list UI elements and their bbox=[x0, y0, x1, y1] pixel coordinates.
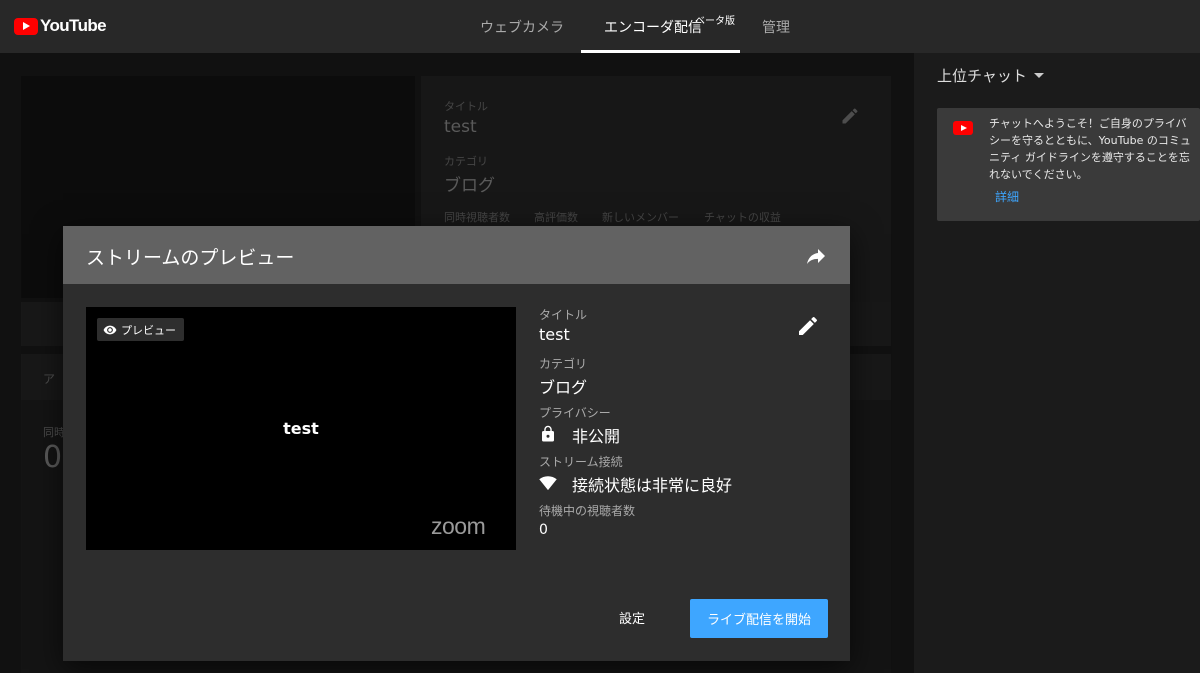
wifi-icon bbox=[539, 476, 557, 491]
chat-mode-dropdown[interactable]: 上位チャット bbox=[937, 65, 1027, 86]
stream-preview-dialog: ストリームのプレビュー プレビュー test zoom タイトル test カテ… bbox=[63, 226, 850, 661]
beta-badge: ベータ版 bbox=[695, 16, 735, 27]
tab-webcam[interactable]: ウェブカメラ bbox=[480, 17, 564, 37]
connection-value: 接続状態は非常に良好 bbox=[572, 476, 733, 495]
top-bar: YouTube ウェブカメラ エンコーダ配信 ベータ版 管理 bbox=[0, 0, 1200, 53]
settings-button[interactable]: 設定 bbox=[619, 608, 645, 627]
category-label: カテゴリ bbox=[539, 357, 588, 371]
privacy-value: 非公開 bbox=[572, 427, 621, 446]
start-live-button[interactable]: ライブ配信を開始 bbox=[690, 599, 828, 638]
chat-details-link[interactable]: 詳細 bbox=[995, 188, 1019, 205]
logo-text: YouTube bbox=[40, 16, 107, 35]
tab-encoder-stream[interactable]: エンコーダ配信 bbox=[604, 17, 702, 37]
waiting-viewers-value: 0 bbox=[539, 522, 548, 538]
preview-chip: プレビュー bbox=[97, 318, 184, 341]
privacy-label: プライバシー bbox=[539, 406, 611, 420]
share-icon[interactable] bbox=[804, 244, 828, 268]
title-label: タイトル bbox=[539, 308, 588, 322]
title-value: test bbox=[539, 325, 570, 344]
chat-welcome-text: チャットへようこそ！ご自身のプライバシーを守るとともに、YouTube のコミュ… bbox=[989, 117, 1191, 181]
youtube-icon bbox=[953, 121, 973, 135]
category-value: ブログ bbox=[539, 378, 588, 397]
youtube-logo[interactable]: YouTube bbox=[14, 16, 107, 36]
tab-manage[interactable]: 管理 bbox=[762, 17, 790, 37]
video-preview: プレビュー test zoom bbox=[86, 307, 516, 550]
caret-down-icon[interactable] bbox=[1034, 73, 1044, 78]
waiting-viewers-label: 待機中の視聴者数 bbox=[539, 504, 636, 518]
pencil-icon[interactable] bbox=[796, 314, 820, 338]
preview-chip-label: プレビュー bbox=[121, 323, 176, 337]
dialog-title: ストリームのプレビュー bbox=[86, 247, 295, 269]
dialog-header: ストリームのプレビュー bbox=[63, 226, 850, 284]
lock-icon bbox=[542, 425, 554, 442]
connection-label: ストリーム接続 bbox=[539, 455, 623, 469]
youtube-play-icon bbox=[14, 17, 38, 35]
app-root: YouTube ウェブカメラ エンコーダ配信 ベータ版 管理 タイトル test… bbox=[0, 0, 1200, 673]
zoom-watermark: zoom bbox=[431, 513, 486, 539]
video-overlay-text: test bbox=[283, 419, 319, 438]
eye-icon bbox=[103, 325, 117, 334]
